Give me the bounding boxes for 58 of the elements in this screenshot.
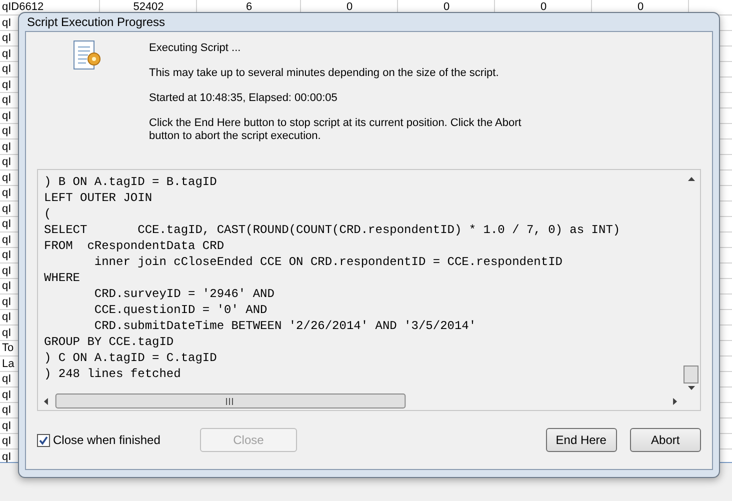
table-cell-text: qI [1,232,12,248]
status-message: Executing Script ... [149,42,242,55]
abort-button[interactable]: Abort [630,428,702,452]
window-title: Script Execution Progress [26,14,166,31]
log-line: ) C ON A.tagID = C.tagID [44,350,218,366]
table-cell-text: qI [1,140,12,154]
log-line: inner join cCloseEnded CCE ON CRD.respondentID = CCE.respondentID [93,254,564,270]
table-cell-text: To [1,341,15,356]
checkmark-icon [39,436,48,444]
table-cell-text: qI [1,264,12,278]
table-cell-text: 0 [442,0,451,15]
table-cell-text: 6 [244,0,254,15]
table-cell-text: qI [1,434,12,449]
table-cell-text: qI [1,155,12,170]
table-cell-text: 0 [636,0,645,15]
table-cell-text: qI [1,46,12,62]
end-button[interactable]: End Here [546,428,617,452]
table-cell-text: qI [1,372,12,387]
close-when-finished-checkbox[interactable]: Close when finished [37,433,160,447]
table-cell-text: qI [1,310,12,325]
table-cell-text: qI [1,202,12,216]
table-cell-text: La [1,356,16,372]
table-cell-text: qI [1,418,12,434]
log-line: ) 248 lines fetched [44,366,182,382]
table-cell-text: qI [1,16,12,30]
table-cell-text: qI [1,326,12,340]
table-cell-text: qI [1,279,12,294]
log-line: WHERE [44,270,82,286]
table-cell-text: qI [1,31,12,46]
log-line: CCE.questionID = '0' AND [93,302,268,318]
log-line: GROUP BY CCE.tagID [44,334,175,350]
table-cell-text: qI [1,170,12,186]
table-cell-text: qID6612 [1,0,45,15]
log-line: ) B ON A.tagID = B.tagID [44,174,218,190]
table-cell-text: qI [1,388,12,402]
table-cell-text: 0 [345,0,354,15]
log-line: SELECT CCE.tagID, CAST(ROUND(COUNT(CRD.respondentID) * 1.0 / 7, 0) as INT) [44,222,622,238]
log-line: CRD.submitDateTime BETWEEN '2/26/2014' AND '3/5/2014' [93,318,478,334]
table-cell-text: qI [1,217,12,232]
table-cell-text: qI [1,62,12,77]
table-cell-text: qI [1,78,12,92]
table-cell-text: qI [1,248,12,263]
table-cell-text: qI [1,294,12,310]
table-cell-text: qI [1,93,12,108]
status-message: Click the End Here button to stop script at its current position. Click the Abort button to abort the script execution. [149,117,522,143]
table-cell-text: qI [1,403,12,418]
log-line: FROM cRespondentData CRD [44,238,226,254]
log-line: ( [44,206,52,222]
table-cell-text: qI [1,186,12,201]
table-cell-text: 0 [539,0,548,15]
status-message: This may take up to several minutes depending on the size of the script. [149,67,500,80]
table-cell-text: qI [1,108,12,124]
status-message: Started at 10:48:35, Elapsed: 00:00:05 [149,92,338,105]
table-cell-text: qI [1,450,12,464]
table-cell-text: qI [1,124,12,139]
log-line: LEFT OUTER JOIN [44,190,154,206]
table-cell-text: 52402 [132,0,165,15]
log-line: CRD.surveyID = '2946' AND [93,286,276,302]
